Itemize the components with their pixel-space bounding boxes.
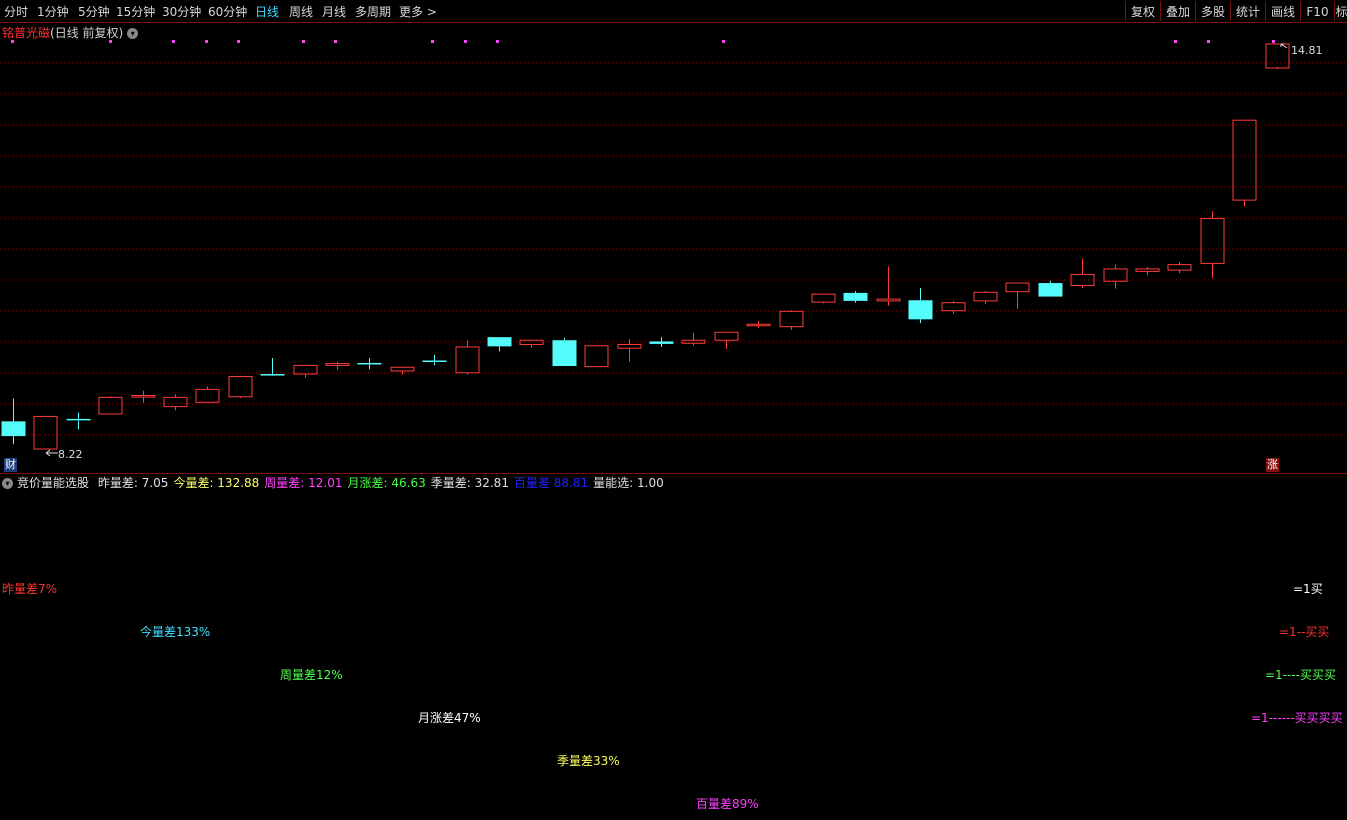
signal-marker — [205, 40, 208, 43]
signal-marker — [464, 40, 467, 43]
candle-body — [681, 339, 706, 344]
indicator-value-label: 百量差 — [513, 476, 550, 490]
low-price-label: 8.22 — [58, 448, 83, 461]
signal-marker — [1272, 40, 1275, 43]
indicator-value-label: 今量差: — [173, 476, 214, 490]
candle-body — [390, 366, 415, 372]
candle-body — [163, 396, 188, 408]
candle-body — [584, 345, 609, 368]
candle-body — [649, 341, 674, 344]
candle-body — [1, 421, 26, 437]
indicator-header: ▾ 竞价量能选股 昨量差: 7.05 今量差: 132.88 周量差: 12.01 月涨… — [2, 475, 664, 491]
candle-body — [293, 364, 318, 375]
candle-body — [1005, 282, 1030, 293]
indicator-value: 周量差: 12.01 — [264, 476, 342, 490]
signal-marker — [172, 40, 175, 43]
buy-signal-label: =1--买买 — [1279, 625, 1330, 639]
indicator-value-label: 量能选: — [593, 476, 634, 490]
pane-divider — [0, 473, 1347, 474]
candle-body — [98, 396, 123, 415]
signal-marker — [496, 40, 499, 43]
high-arrow-icon — [1280, 43, 1288, 49]
candle-body — [1070, 273, 1095, 287]
chevron-down-icon[interactable]: ▾ — [2, 478, 13, 489]
indicator-value-number: 32.81 — [470, 476, 509, 490]
candle-body — [1200, 218, 1225, 264]
signal-label: 月涨差47% — [418, 711, 481, 725]
candle-body — [973, 291, 998, 302]
stock-name[interactable]: 铭普光磁 — [2, 26, 50, 40]
indicator-value-number: 1.00 — [633, 476, 664, 490]
candle-body — [552, 340, 577, 367]
signal-marker — [302, 40, 305, 43]
candle-body — [357, 362, 382, 365]
signal-marker — [1174, 40, 1177, 43]
indicator-value: 量能选: 1.00 — [593, 476, 664, 490]
candle-body — [843, 292, 868, 301]
buy-signal-label: =1买 — [1293, 582, 1323, 596]
indicator-value-number: 12.01 — [304, 476, 343, 490]
signal-marker — [1207, 40, 1210, 43]
period-label: (日线 前复权) — [50, 26, 124, 40]
signal-label: 季量差33% — [557, 754, 620, 768]
candle-body — [195, 388, 220, 403]
candle-body — [779, 310, 804, 328]
candle-body — [1232, 119, 1257, 201]
candle-body — [876, 298, 901, 302]
signal-label: 今量差133% — [140, 625, 211, 639]
buy-signal-label: =1------买买买买 — [1251, 711, 1343, 725]
candle-body — [519, 339, 544, 346]
candle-body — [714, 331, 739, 341]
signal-marker — [334, 40, 337, 43]
candle-body — [455, 346, 480, 374]
candle-body — [908, 300, 933, 320]
indicator-value: 季量差: 32.81 — [431, 476, 509, 490]
candle-body — [1103, 268, 1128, 282]
candle-body — [1167, 264, 1192, 271]
finance-badge[interactable]: 财 — [4, 458, 17, 472]
indicator-value-label: 月涨差: — [347, 476, 388, 490]
buy-signal-label: =1----买买买 — [1265, 668, 1337, 682]
indicator-value: 百量差 88.81 — [514, 476, 588, 490]
candle-body — [617, 344, 642, 349]
signal-marker — [722, 40, 725, 43]
indicator-value: 月涨差: 46.63 — [348, 476, 426, 490]
signal-marker — [431, 40, 434, 43]
indicator-value-number: 88.81 — [549, 476, 589, 490]
candle-body — [941, 302, 966, 312]
signal-marker — [237, 40, 240, 43]
indicator-value-number: 132.88 — [213, 476, 260, 490]
indicator-values: 昨量差: 7.05 今量差: 132.88 周量差: 12.01 月涨差: 46.63… — [93, 476, 664, 490]
candle-body — [746, 323, 771, 327]
candle-body — [1038, 283, 1063, 297]
chevron-down-icon[interactable]: ▾ — [127, 28, 139, 39]
candle-body — [66, 418, 91, 421]
indicator-name[interactable]: 竞价量能选股 — [17, 476, 89, 490]
limit-up-badge[interactable]: 涨 — [1266, 458, 1279, 472]
indicator-value-number: 7.05 — [137, 476, 169, 490]
candle-body — [131, 395, 156, 398]
signal-label: 昨量差7% — [2, 582, 58, 596]
candle-body — [1135, 268, 1160, 272]
candle-body — [487, 337, 512, 347]
candle-body — [228, 375, 253, 398]
chart-title: 铭普光磁(日线 前复权) ▾ — [2, 25, 139, 41]
indicator-value-label: 昨量差: — [97, 476, 138, 490]
indicator-value-number: 46.63 — [387, 476, 426, 490]
signal-label: 周量差12% — [280, 668, 343, 682]
indicator-value-label: 周量差: — [264, 476, 305, 490]
candle-body — [811, 293, 836, 303]
signal-label: 百量差89% — [696, 797, 759, 811]
low-arrow-icon — [45, 449, 58, 457]
kline-chart[interactable]: 14.81 8.22 — [0, 0, 1347, 820]
indicator-value: 今量差: 132.88 — [173, 476, 259, 490]
high-price-label: 14.81 — [1291, 44, 1323, 57]
indicator-value: 昨量差: 7.05 — [98, 476, 169, 490]
candle-body — [422, 360, 447, 363]
candle-body — [325, 363, 350, 366]
indicator-value-label: 季量差: — [430, 476, 471, 490]
candle-body — [33, 415, 58, 450]
candle-body — [260, 374, 285, 376]
